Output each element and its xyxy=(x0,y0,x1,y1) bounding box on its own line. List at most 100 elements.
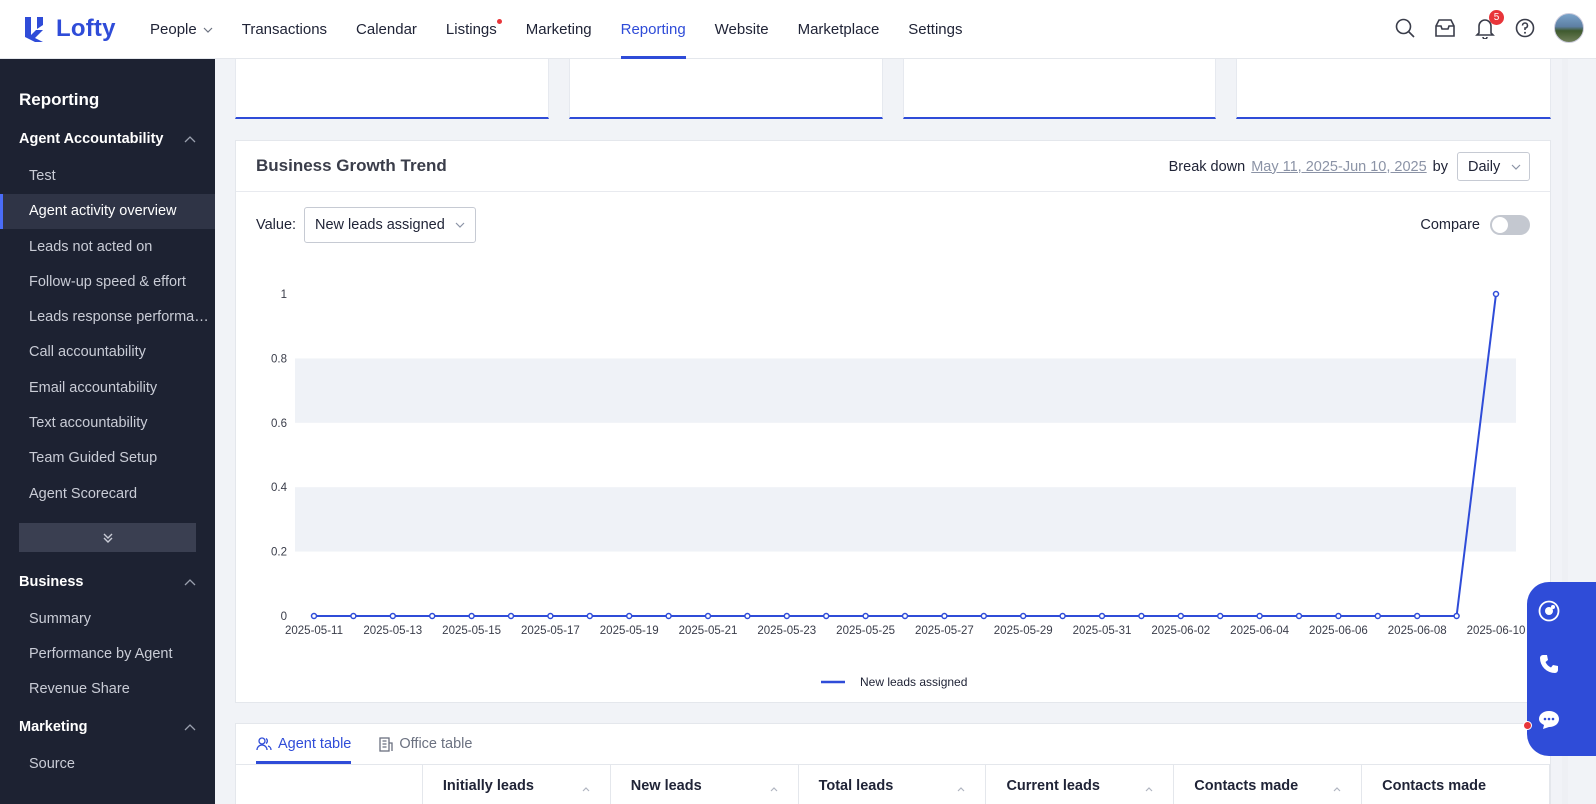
sidebar-item-team-guided-setup[interactable]: Team Guided Setup xyxy=(0,441,215,476)
sidebar-section-marketing[interactable]: Marketing xyxy=(19,719,196,735)
phone-icon[interactable] xyxy=(1537,652,1561,676)
sidebar-section-agent-accountability[interactable]: Agent Accountability xyxy=(19,131,196,147)
sidebar-title: Reporting xyxy=(19,90,100,109)
grid-band xyxy=(295,487,1516,552)
y-tick-label: 0.8 xyxy=(271,353,287,365)
x-tick-label: 2025-05-27 xyxy=(915,625,974,637)
column-header[interactable]: Initially leads xyxy=(423,765,611,804)
sidebar-item-leads-not-acted-on[interactable]: Leads not acted on xyxy=(0,230,215,265)
nav-item-label: Transactions xyxy=(241,21,328,38)
tab-office-table[interactable]: Office table xyxy=(379,724,472,764)
sort-icon xyxy=(582,787,590,792)
data-point xyxy=(980,612,988,620)
logo[interactable]: Lofty xyxy=(23,15,116,43)
inbox-icon[interactable] xyxy=(1434,17,1456,39)
x-tick-label: 2025-05-17 xyxy=(521,625,580,637)
sidebar-item-leads-response-performance[interactable]: Leads response performance xyxy=(0,300,215,335)
sidebar-expand-button[interactable] xyxy=(19,523,196,552)
tab-label: Office table xyxy=(399,736,473,752)
sidebar-item-test[interactable]: Test xyxy=(0,159,215,194)
data-point xyxy=(547,612,554,620)
avatar[interactable] xyxy=(1554,13,1584,43)
column-header[interactable] xyxy=(236,765,423,804)
sidebar-item-call-accountability[interactable]: Call accountability xyxy=(0,335,215,370)
x-tick-label: 2025-05-23 xyxy=(757,625,816,637)
bell-icon[interactable]: 5 xyxy=(1474,10,1504,39)
assistant-icon[interactable] xyxy=(1537,599,1561,623)
column-header-label: Contacts made xyxy=(1194,778,1299,794)
x-tick-label: 2025-05-15 xyxy=(442,625,501,637)
sidebar-item-text-accountability[interactable]: Text accountability xyxy=(0,406,215,441)
sidebar-item-follow-up-speed-effort[interactable]: Follow-up speed & effort xyxy=(0,265,215,300)
sidebar-item-email-accountability[interactable]: Email accountability xyxy=(0,371,215,406)
data-point xyxy=(350,612,357,620)
y-tick-label: 1 xyxy=(281,289,287,301)
column-header[interactable]: Total leads xyxy=(799,765,987,804)
data-point xyxy=(507,612,515,620)
search-icon[interactable] xyxy=(1394,17,1416,39)
chat-icon[interactable] xyxy=(1537,708,1561,732)
main-nav: People Transactions Calendar Listings Market… xyxy=(150,0,992,59)
nav-item-label: People xyxy=(150,21,197,38)
sidebar-section-label: Marketing xyxy=(19,719,88,735)
tab-agent-table[interactable]: Agent table xyxy=(256,724,352,764)
sidebar-item-agent-scorecard[interactable]: Agent Scorecard xyxy=(0,477,215,512)
data-point xyxy=(468,612,475,620)
top-navigation-bar: Lofty People Transactions Calendar Listings… xyxy=(0,0,1596,59)
x-tick-label: 2025-05-25 xyxy=(836,625,895,637)
x-tick-label: 2025-05-21 xyxy=(679,625,738,637)
chat-unread-dot xyxy=(1523,721,1532,730)
table-header: Initially leads New leads Total leads Curre… xyxy=(236,764,1550,804)
help-icon[interactable] xyxy=(1514,17,1536,39)
sidebar-section-business[interactable]: Business xyxy=(19,574,196,590)
nav-item-transactions[interactable]: Transactions xyxy=(242,0,327,59)
column-header[interactable]: Contacts made xyxy=(1362,765,1550,804)
nav-item-marketing[interactable]: Marketing xyxy=(526,0,592,59)
x-tick-label: 2025-05-31 xyxy=(1073,625,1132,637)
data-point xyxy=(586,612,594,620)
data-point xyxy=(1059,612,1066,620)
nav-item-website[interactable]: Website xyxy=(715,0,769,59)
nav-item-reporting[interactable]: Reporting xyxy=(620,0,686,59)
sidebar-section-label: Business xyxy=(19,574,84,590)
data-point xyxy=(1295,612,1303,620)
nav-item-people[interactable]: People xyxy=(150,0,213,59)
agent-table-panel: Agent table Office table Initially leads N… xyxy=(235,723,1551,804)
column-header-label: Initially leads xyxy=(442,778,534,794)
data-point xyxy=(1413,612,1421,620)
sort-icon xyxy=(770,787,778,792)
column-header[interactable]: Contacts made xyxy=(1174,765,1363,804)
y-tick-label: 0 xyxy=(281,611,287,623)
data-point xyxy=(1098,612,1106,620)
sort-icon xyxy=(958,787,965,792)
double-chevron-down-icon xyxy=(103,533,112,543)
trend-chart: 0 0.2 0.4 0.6 0.8 1 2025-05-11 2025-05-13 2025-0… xyxy=(271,289,1525,689)
kpi-card xyxy=(235,59,549,119)
y-tick-label: 0.4 xyxy=(271,482,288,494)
column-header-label: New leads xyxy=(630,778,702,794)
sidebar-item-performance-by-agent[interactable]: Performance by Agent xyxy=(0,637,215,672)
sidebar-item-source[interactable]: Source xyxy=(0,747,215,782)
sort-icon xyxy=(1145,787,1153,792)
data-point xyxy=(783,612,791,620)
logo-text: Lofty xyxy=(56,15,116,42)
data-point xyxy=(665,612,672,620)
nav-item-settings[interactable]: Settings xyxy=(908,0,962,59)
floating-action-dock xyxy=(1523,582,1596,756)
sidebar-item-revenue-share[interactable]: Revenue Share xyxy=(0,672,215,707)
nav-item-listings[interactable]: Listings xyxy=(446,0,502,59)
nav-item-calendar[interactable]: Calendar xyxy=(356,0,417,59)
y-tick-label: 0.2 xyxy=(271,547,287,559)
data-point xyxy=(1492,290,1500,298)
sidebar-item-agent-activity-overview[interactable]: Agent activity overview xyxy=(0,194,215,229)
data-point xyxy=(744,612,751,620)
nav-item-marketplace[interactable]: Marketplace xyxy=(798,0,880,59)
data-point xyxy=(428,612,436,620)
column-header[interactable]: New leads xyxy=(611,765,799,804)
data-point xyxy=(822,612,830,620)
data-point xyxy=(1335,612,1342,620)
new-indicator-dot xyxy=(496,19,502,24)
data-point xyxy=(625,612,633,620)
sidebar-item-summary[interactable]: Summary xyxy=(0,602,215,637)
column-header[interactable]: Current leads xyxy=(986,765,1175,804)
